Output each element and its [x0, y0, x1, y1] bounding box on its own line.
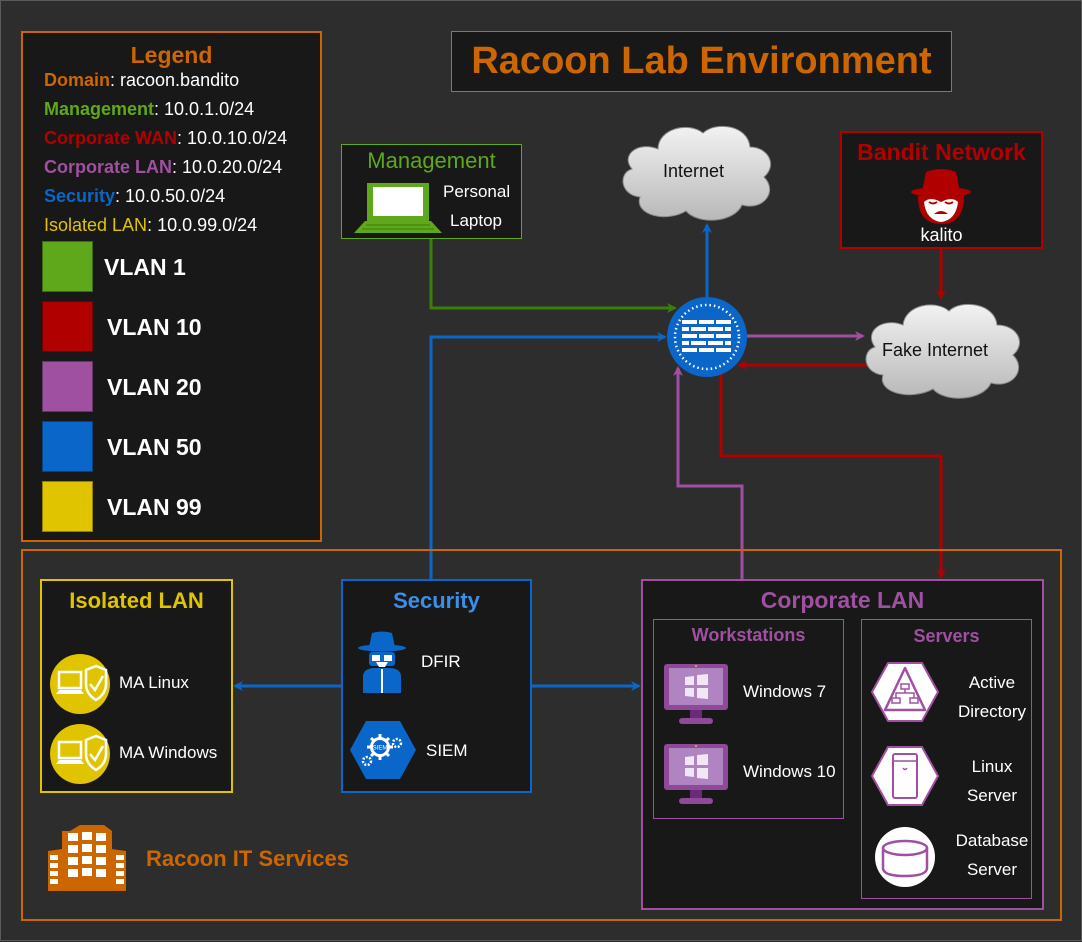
security-title: Security — [393, 588, 480, 613]
servers-title: Servers — [913, 626, 980, 646]
vlan-label-10: VLAN 10 — [107, 314, 202, 340]
wire-security-firewall — [429, 332, 667, 579]
management-title: Management — [367, 148, 496, 173]
racoon-it-services-label: Racoon IT Services — [146, 846, 349, 871]
windows-monitor-icon — [664, 664, 728, 724]
siem-badge: SIEM — [373, 746, 388, 752]
management-device-line2: Laptop — [450, 211, 502, 230]
legend-corporate-lan: Corporate LAN: 10.0.20.0/24 — [44, 157, 283, 177]
vlan-swatch-20 — [42, 361, 93, 412]
protected-computer-icon — [50, 724, 110, 784]
spy-icon — [358, 631, 406, 693]
management-node[interactable]: Management Personal Laptop — [341, 144, 522, 239]
legend-panel: Legend Domain: racoon.bandito Management… — [21, 31, 322, 542]
wire-management-firewall — [429, 239, 677, 313]
hacker-icon — [911, 169, 971, 224]
windows-monitor-icon — [664, 744, 728, 804]
siem-gears-icon: SIEM — [350, 721, 416, 779]
office-building-icon — [48, 825, 126, 891]
vlan-label-1: VLAN 1 — [104, 254, 186, 280]
bandit-host-label: kalito — [920, 225, 963, 245]
host-windows-7[interactable]: Windows 7 — [663, 663, 838, 725]
fake-internet-label: Fake Internet — [882, 340, 989, 360]
legend-management: Management: 10.0.1.0/24 — [44, 99, 255, 119]
legend-domain: Domain: racoon.bandito — [44, 70, 240, 90]
host-windows-7-label: Windows 7 — [743, 682, 827, 701]
page-title-box: Racoon Lab Environment — [451, 31, 952, 92]
host-linux-server-label: Linux Server — [966, 757, 1018, 805]
host-active-directory[interactable]: Active Directory — [871, 660, 1031, 724]
vlan-label-20: VLAN 20 — [107, 374, 202, 400]
legend-title: Legend — [130, 42, 213, 68]
vlan-swatch-1 — [42, 241, 93, 292]
isolated-lan-title: Isolated LAN — [69, 588, 204, 613]
fake-internet-node[interactable]: Fake Internet — [861, 297, 1029, 401]
host-ma-windows[interactable]: MA Windows — [50, 724, 230, 784]
server-hexagon-icon — [871, 746, 939, 806]
host-windows-10[interactable]: Windows 10 — [663, 743, 838, 805]
host-active-directory-label: Active Directory — [957, 673, 1026, 721]
internet-node[interactable]: Internet — [618, 119, 778, 224]
host-windows-10-label: Windows 10 — [743, 762, 836, 781]
host-dfir-label: DFIR — [421, 652, 461, 671]
vlan-swatch-50 — [42, 421, 93, 472]
vlan-swatch-99 — [42, 481, 93, 532]
directory-hexagon-icon — [871, 662, 939, 722]
host-database-server[interactable]: Database Server — [871, 824, 1031, 888]
workstations-title: Workstations — [691, 625, 806, 645]
internet-label: Internet — [663, 161, 725, 181]
wire-corporate-firewall — [673, 366, 744, 579]
vlan-label-99: VLAN 99 — [107, 494, 202, 520]
host-ma-linux[interactable]: MA Linux — [50, 654, 230, 714]
host-database-server-label: Database Server — [955, 831, 1029, 879]
bandit-network-node[interactable]: Bandit Network kalito — [840, 131, 1043, 249]
laptop-icon — [354, 183, 442, 233]
legend-isolated-lan: Isolated LAN: 10.0.99.0/24 — [44, 215, 258, 235]
firewall-icon[interactable] — [666, 296, 748, 378]
host-ma-linux-label: MA Linux — [119, 673, 189, 692]
host-ma-windows-label: MA Windows — [119, 743, 218, 762]
host-siem-label: SIEM — [426, 741, 468, 760]
vlan-label-50: VLAN 50 — [107, 434, 202, 460]
security-group: Security DFIR SIEM SIEM — [341, 579, 532, 793]
servers-group: Servers Active Directory Linux Server Data… — [861, 619, 1032, 899]
isolated-lan-group: Isolated LAN MA Linux MA Windows — [40, 579, 233, 793]
database-icon — [875, 827, 935, 887]
bandit-title: Bandit Network — [857, 139, 1026, 165]
corporate-lan-title: Corporate LAN — [760, 587, 925, 613]
legend-corporate-wan: Corporate WAN: 10.0.10.0/24 — [44, 128, 288, 148]
management-device-line1: Personal — [443, 182, 511, 201]
host-linux-server[interactable]: Linux Server — [871, 744, 1031, 808]
wire-firewall-corporate — [719, 374, 946, 579]
page-title: Racoon Lab Environment — [471, 40, 932, 82]
protected-computer-icon — [50, 654, 110, 714]
workstations-group: Workstations Windows 7 Windows 10 — [653, 619, 844, 819]
vlan-swatch-10 — [42, 301, 93, 352]
host-dfir[interactable]: DFIR — [357, 631, 527, 693]
host-siem[interactable]: SIEM SIEM — [349, 720, 529, 780]
legend-security: Security: 10.0.50.0/24 — [44, 186, 226, 206]
